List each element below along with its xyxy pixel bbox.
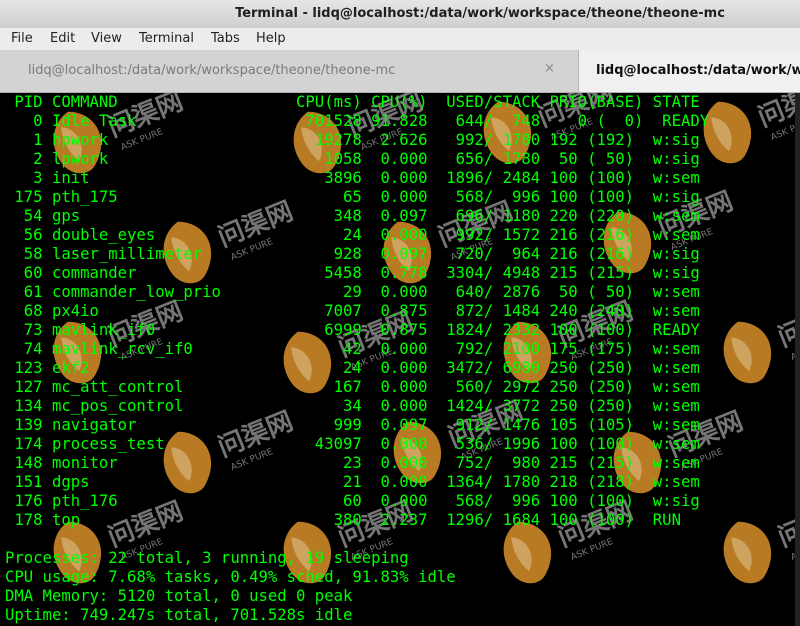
process-row: 174 process_test 43097 0.000 536/ 1996 1… xyxy=(5,435,700,453)
process-row: 0 Idle Task 701528 91.828 644/ 748 0 ( 0… xyxy=(5,112,710,130)
process-row: 56 double_eyes 24 0.000 992/ 1572 216 (2… xyxy=(5,226,700,244)
process-row: 68 px4io 7007 0.875 872/ 1484 240 (240) … xyxy=(5,302,700,320)
process-row: 175 pth_175 65 0.000 568/ 996 100 (100) … xyxy=(5,188,700,206)
tab-terminal-2-label: lidq@localhost:/data/work/workspace/theo… xyxy=(596,63,800,78)
tab-terminal-2[interactable]: lidq@localhost:/data/work/workspace/theo… xyxy=(579,50,800,92)
process-row: 58 laser_millimeter 928 0.097 720/ 964 2… xyxy=(5,245,700,263)
window-title: Terminal - lidq@localhost:/data/work/wor… xyxy=(235,6,725,21)
watermark-logo: 问渠网ASK PURE xyxy=(723,496,800,584)
watermark-brand: 问渠网 xyxy=(754,93,800,133)
menu-terminal[interactable]: Terminal xyxy=(139,31,194,46)
process-row: 148 monitor 23 0.000 752/ 980 215 (215) … xyxy=(5,454,700,472)
process-row: 54 gps 348 0.097 696/ 1180 220 (220) w:s… xyxy=(5,207,700,225)
summary-line: Uptime: 749.247s total, 701.528s idle xyxy=(5,606,353,624)
menu-help[interactable]: Help xyxy=(256,31,286,46)
process-row: 127 mc_att_control 167 0.000 560/ 2972 2… xyxy=(5,378,700,396)
process-row: 123 ekf2 24 0.000 3472/ 6980 250 (250) w… xyxy=(5,359,700,377)
process-row: 176 pth_176 60 0.000 568/ 996 100 (100) … xyxy=(5,492,700,510)
watermark-logo: 问渠网ASK PURE xyxy=(723,296,800,384)
process-row: 178 top 380 2.237 1296/ 1684 100 (100) R… xyxy=(5,511,681,529)
process-row: 73 mavlink_if0 6999 0.875 1824/ 2332 100… xyxy=(5,321,700,339)
watermark-sub: ASK PURE xyxy=(570,537,615,563)
process-row: 74 mavlink_rcv_if0 42 0.000 792/ 2100 17… xyxy=(5,340,700,358)
process-row: 139 navigator 999 0.097 912/ 1476 105 (1… xyxy=(5,416,700,434)
summary-line: Processes: 22 total, 3 running, 19 sleep… xyxy=(5,549,409,567)
process-table-header: PID COMMAND CPU(ms) CPU(%) USED/STACK PR… xyxy=(5,93,700,111)
terminal-output[interactable]: 问渠网 ASK PURE 问渠网 ASK PURE 问渠网 ASK PURE 问渠网 ASK … xyxy=(0,93,800,626)
menu-edit[interactable]: Edit xyxy=(50,31,75,46)
menu-file[interactable]: File xyxy=(11,31,33,46)
process-row: 151 dgps 21 0.000 1364/ 1780 218 (218) w… xyxy=(5,473,700,491)
process-row: 1 hpwork 19278 2.626 992/ 1780 192 (192)… xyxy=(5,131,700,149)
process-row: 61 commander_low_prio 29 0.000 640/ 2876… xyxy=(5,283,700,301)
process-row: 2 lpwork 1058 0.000 656/ 1780 50 ( 50) w… xyxy=(5,150,700,168)
process-row: 134 mc_pos_control 34 0.000 1424/ 3772 2… xyxy=(5,397,700,415)
tab-terminal-1-label: lidq@localhost:/data/work/workspace/theo… xyxy=(28,63,396,78)
tab-bar: lidq@localhost:/data/work/workspace/theo… xyxy=(0,50,800,93)
menu-tabs[interactable]: Tabs xyxy=(211,31,240,46)
tab-terminal-1[interactable]: lidq@localhost:/data/work/workspace/theo… xyxy=(0,50,579,92)
watermark-logo: 问渠网ASK PURE xyxy=(703,93,800,164)
process-row: 3 init 3896 0.000 1896/ 2484 100 (100) w… xyxy=(5,169,700,187)
window-titlebar[interactable]: Terminal - lidq@localhost:/data/work/wor… xyxy=(0,0,800,29)
menu-bar: File Edit View Terminal Tabs Help xyxy=(0,28,800,50)
close-tab-icon[interactable]: × xyxy=(544,61,555,76)
summary-line: DMA Memory: 5120 total, 0 used 0 peak xyxy=(5,587,353,605)
process-row: 60 commander 5458 0.778 3304/ 4948 215 (… xyxy=(5,264,700,282)
terminal-scrollbar[interactable] xyxy=(795,93,800,626)
menu-view[interactable]: View xyxy=(91,31,122,46)
summary-line: CPU usage: 7.68% tasks, 0.49% sched, 91.… xyxy=(5,568,456,586)
